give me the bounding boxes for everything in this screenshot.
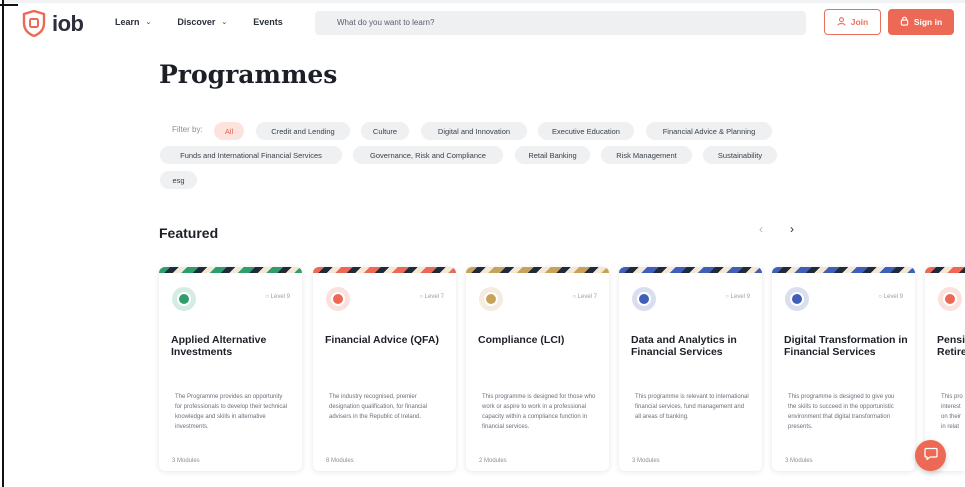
join-label: Join (850, 17, 869, 27)
card-description: This pro interest on their in relat (941, 394, 963, 430)
nav-discover-label: Discover (177, 17, 216, 27)
level-label: ○ Level 7 (419, 294, 444, 300)
module-count: 3 Modules (172, 458, 200, 464)
filter-chip-financial-advice-planning[interactable]: Financial Advice & Planning (646, 122, 772, 140)
filter-label: Filter by: (172, 125, 203, 134)
chip-label: Executive Education (552, 126, 620, 136)
level-label: ○ Level 9 (878, 294, 903, 300)
programme-badge-icon (785, 287, 809, 311)
card-description: This programme is designed to give you t… (788, 394, 895, 430)
filter-chip-credit-and-lending[interactable]: Credit and Lending (256, 122, 350, 140)
card-pattern-band (619, 267, 762, 273)
filter-chip-funds-international[interactable]: Funds and International Financial Servic… (160, 146, 342, 164)
page-title: Programmes (159, 60, 338, 89)
chevron-down-icon: ⌄ (145, 19, 152, 26)
nav-events[interactable]: Events (253, 17, 283, 27)
shield-logo-icon (22, 10, 46, 37)
lock-icon (900, 16, 909, 28)
nav-discover[interactable]: Discover ⌄ (177, 17, 227, 27)
filter-chip-all[interactable]: All (214, 122, 244, 140)
card-description: This programme is relevant to internatio… (635, 394, 749, 420)
logo-text: iob (52, 10, 84, 36)
programme-card[interactable]: ○ Level 9 Digital Transformation in Fina… (772, 267, 915, 471)
chevron-left-icon[interactable]: ‹ (759, 222, 763, 236)
filter-chip-culture[interactable]: Culture (361, 122, 409, 140)
card-pattern-band (925, 267, 965, 273)
filter-chip-retail-banking[interactable]: Retail Banking (515, 146, 590, 164)
programme-card[interactable]: ○ Level 7 Financial Advice (QFA) The ind… (313, 267, 456, 471)
chat-icon (923, 447, 938, 465)
module-count: 3 Modules (785, 458, 813, 464)
nav-learn-label: Learn (115, 17, 140, 27)
main-nav: Learn ⌄ Discover ⌄ Events (115, 17, 283, 27)
chip-label: Digital and Innovation (437, 126, 511, 136)
card-title[interactable]: Data and Analytics in Financial Services (631, 334, 755, 358)
programme-badge-icon (326, 287, 350, 311)
search-placeholder: What do you want to learn? (337, 18, 435, 27)
sign-in-button[interactable]: Sign in (888, 9, 954, 35)
chip-label: Culture (372, 126, 398, 136)
programme-badge-icon (938, 287, 962, 311)
filter-chip-esg[interactable]: esg (160, 171, 197, 189)
window-frame-tick (0, 4, 18, 6)
chat-button[interactable] (915, 440, 946, 471)
window-frame-edge (0, 0, 4, 487)
chip-label: Funds and International Financial Servic… (180, 150, 322, 160)
chip-label: Sustainability (717, 150, 763, 160)
card-pattern-band (466, 267, 609, 273)
programme-card[interactable]: ○ Level 9 Applied Alternative Investment… (159, 267, 302, 471)
filter-chip-sustainability[interactable]: Sustainability (703, 146, 777, 164)
filter-chip-governance-risk-compliance[interactable]: Governance, Risk and Compliance (353, 146, 503, 164)
nav-learn[interactable]: Learn ⌄ (115, 17, 151, 27)
chevron-down-icon: ⌄ (221, 19, 228, 26)
card-description: The industry recognised, premier designa… (329, 394, 428, 420)
module-count: 2 Modules (479, 458, 507, 464)
join-button[interactable]: Join (824, 9, 881, 35)
module-count: 3 Modules (632, 458, 660, 464)
level-label: ○ Level 9 (725, 294, 750, 300)
filter-chip-digital-and-innovation[interactable]: Digital and Innovation (421, 122, 527, 140)
filter-chip-risk-management[interactable]: Risk Management (601, 146, 692, 164)
programme-badge-icon (632, 287, 656, 311)
programme-badge-icon (479, 287, 503, 311)
card-description: This programme is designed for those who… (482, 394, 596, 430)
card-pattern-band (772, 267, 915, 273)
card-pattern-band (159, 267, 302, 273)
level-label: ○ Level 7 (572, 294, 597, 300)
card-title[interactable]: Compliance (LCI) (478, 334, 602, 346)
card-pattern-band (313, 267, 456, 273)
chip-label: Financial Advice & Planning (662, 126, 756, 136)
logo[interactable]: iob (22, 10, 84, 37)
chip-label: All (224, 126, 234, 136)
chevron-right-icon[interactable]: › (790, 222, 794, 236)
filter-chip-executive-education[interactable]: Executive Education (538, 122, 634, 140)
chip-label: Retail Banking (528, 150, 577, 160)
chip-label: Governance, Risk and Compliance (370, 150, 486, 160)
search-input[interactable]: What do you want to learn? (315, 11, 806, 35)
chip-label: Risk Management (616, 150, 677, 160)
chip-label: esg (172, 175, 185, 185)
card-title[interactable]: Pensi Retire (937, 334, 965, 358)
chip-label: Credit and Lending (271, 126, 335, 136)
programme-card[interactable]: ○ Level 7 Compliance (LCI) This programm… (466, 267, 609, 471)
card-description: The Programme provides an opportunity fo… (175, 394, 288, 430)
user-icon (837, 16, 846, 28)
site-header: iob Learn ⌄ Discover ⌄ Events What do yo… (6, 3, 965, 43)
sign-in-label: Sign in (913, 17, 943, 27)
level-label: ○ Level 9 (265, 294, 290, 300)
programme-badge-icon (172, 287, 196, 311)
card-title[interactable]: Digital Transformation in Financial Serv… (784, 334, 908, 358)
programme-card[interactable]: ○ Level 9 Data and Analytics in Financia… (619, 267, 762, 471)
module-count: 8 Modules (326, 458, 354, 464)
card-title[interactable]: Financial Advice (QFA) (325, 334, 449, 346)
nav-events-label: Events (253, 17, 283, 27)
card-title[interactable]: Applied Alternative Investments (171, 334, 295, 358)
featured-heading: Featured (159, 225, 219, 241)
